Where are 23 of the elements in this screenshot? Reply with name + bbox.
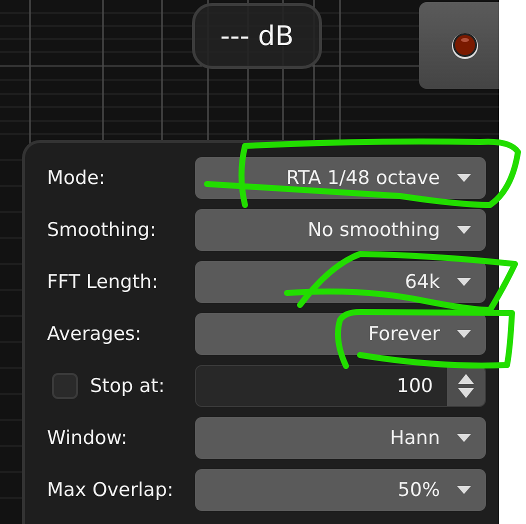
- caret-icon: [456, 225, 472, 235]
- caret-icon: [456, 329, 472, 339]
- number-field[interactable]: 100: [195, 365, 486, 407]
- led-icon: [450, 30, 480, 60]
- caret-icon: [456, 277, 472, 287]
- record-button[interactable]: [419, 2, 499, 89]
- setting-label: Mode:: [47, 167, 106, 189]
- setting-label: Smoothing:: [47, 219, 158, 241]
- dropdown[interactable]: Forever: [195, 313, 486, 355]
- caret-icon: [456, 433, 472, 443]
- dropdown[interactable]: No smoothing: [195, 209, 486, 251]
- caret-icon: [456, 173, 472, 183]
- caret-icon: [456, 485, 472, 495]
- setting-label: FFT Length:: [47, 271, 160, 293]
- setting-label: Stop at:: [90, 375, 166, 397]
- checkbox[interactable]: [52, 373, 78, 399]
- level-readout: --- dB: [192, 3, 322, 69]
- setting-label: Max Overlap:: [47, 479, 174, 501]
- dropdown[interactable]: 50%: [195, 469, 486, 511]
- setting-label: Averages:: [47, 323, 142, 345]
- setting-label: Window:: [47, 427, 128, 449]
- spin-arrows-icon[interactable]: [457, 372, 475, 400]
- dropdown[interactable]: Hann: [195, 417, 486, 459]
